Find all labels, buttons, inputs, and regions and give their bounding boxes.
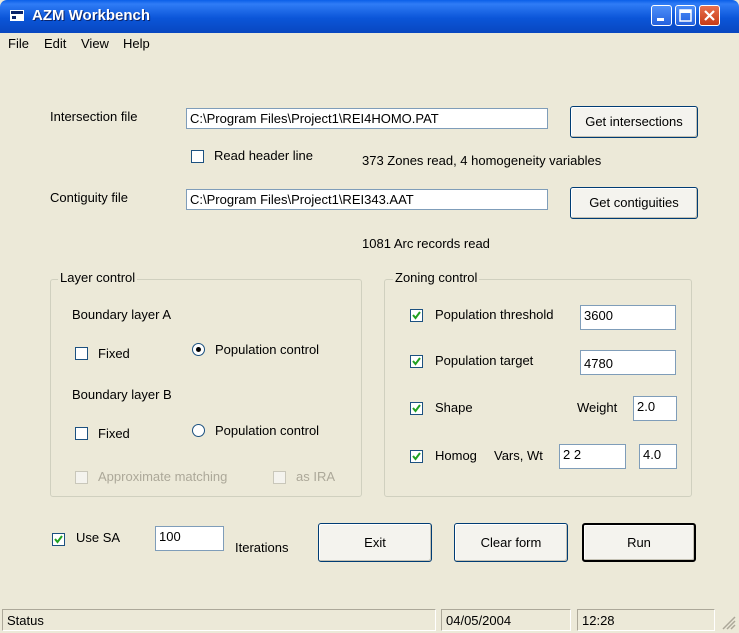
use-sa-label: Use SA	[76, 530, 121, 545]
status-text: Status	[2, 609, 436, 631]
get-intersections-label: Get intersections	[585, 114, 683, 129]
layer-b-fixed-checkbox[interactable]	[75, 427, 88, 440]
clear-form-button[interactable]: Clear form	[454, 523, 568, 562]
get-intersections-button[interactable]: Get intersections	[570, 106, 698, 138]
layer-a-population-label: Population control	[215, 342, 320, 357]
contiguity-file-input[interactable]: C:\Program Files\Project1\REI343.AAT	[186, 189, 548, 210]
approximate-matching-checkbox[interactable]	[75, 471, 88, 484]
check-icon	[412, 404, 421, 413]
population-threshold-checkbox[interactable]	[410, 309, 423, 322]
layer-b-population-radio[interactable]	[192, 424, 205, 437]
menu-help[interactable]: Help	[123, 36, 150, 51]
check-icon	[412, 357, 421, 366]
status-date: 04/05/2004	[441, 609, 571, 631]
layer-a-fixed-label: Fixed	[98, 346, 130, 361]
exit-button[interactable]: Exit	[318, 523, 432, 562]
contiguity-info: 1081 Arc records read	[362, 236, 490, 251]
iterations-input[interactable]: 100	[155, 526, 224, 551]
homog-vars-input[interactable]: 2 2	[559, 444, 626, 469]
minimize-button[interactable]	[651, 5, 672, 26]
layer-a-fixed-checkbox[interactable]	[75, 347, 88, 360]
exit-label: Exit	[364, 535, 386, 550]
population-target-label: Population target	[435, 353, 534, 368]
close-icon	[704, 10, 715, 21]
population-threshold-input[interactable]: 3600	[580, 305, 676, 330]
population-threshold-label: Population threshold	[435, 307, 554, 322]
menu-view[interactable]: View	[81, 36, 109, 51]
menu-bar: File Edit View Help	[0, 33, 739, 55]
maximize-button[interactable]	[675, 5, 696, 26]
boundary-layer-a-label: Boundary layer A	[72, 307, 172, 322]
approximate-matching-label: Approximate matching	[98, 469, 228, 484]
resize-grip-icon[interactable]	[720, 614, 736, 630]
maximize-icon	[679, 9, 692, 22]
use-sa-checkbox[interactable]	[52, 533, 65, 546]
layer-b-population-label: Population control	[215, 423, 320, 438]
layer-a-population-radio[interactable]	[192, 343, 205, 356]
check-icon	[412, 452, 421, 461]
as-ira-checkbox[interactable]	[273, 471, 286, 484]
minimize-icon	[657, 18, 664, 21]
zoning-control-title: Zoning control	[393, 270, 480, 285]
clear-form-label: Clear form	[480, 535, 542, 550]
close-button[interactable]	[699, 5, 720, 26]
homog-checkbox[interactable]	[410, 450, 423, 463]
population-target-input[interactable]: 4780	[580, 350, 676, 375]
app-icon	[10, 10, 24, 21]
population-target-checkbox[interactable]	[410, 355, 423, 368]
read-header-label: Read header line	[214, 148, 314, 163]
run-button[interactable]: Run	[582, 523, 696, 562]
homog-weight-input[interactable]: 4.0	[639, 444, 677, 469]
run-label: Run	[627, 535, 651, 550]
check-icon	[412, 311, 421, 320]
title-bar[interactable]: AZM Workbench	[0, 0, 739, 33]
homog-vars-label: Vars, Wt	[494, 448, 543, 463]
read-header-checkbox[interactable]	[191, 150, 204, 163]
window-title: AZM Workbench	[32, 7, 151, 24]
intersection-file-input[interactable]: C:\Program Files\Project1\REI4HOMO.PAT	[186, 108, 548, 129]
intersection-file-label: Intersection file	[50, 109, 138, 124]
status-time: 12:28	[577, 609, 715, 631]
get-contiguities-button[interactable]: Get contiguities	[570, 187, 698, 219]
as-ira-label: as IRA	[296, 469, 336, 484]
homog-label: Homog	[435, 448, 477, 463]
get-contiguities-label: Get contiguities	[589, 195, 679, 210]
contiguity-file-label: Contiguity file	[50, 190, 129, 205]
weight-input[interactable]: 2.0	[633, 396, 677, 421]
menu-edit[interactable]: Edit	[44, 36, 66, 51]
weight-label: Weight	[577, 400, 618, 415]
intersection-info: 373 Zones read, 4 homogeneity variables	[362, 153, 602, 168]
iterations-label: Iterations	[235, 540, 289, 555]
layer-b-fixed-label: Fixed	[98, 426, 130, 441]
check-icon	[54, 535, 63, 544]
shape-checkbox[interactable]	[410, 402, 423, 415]
shape-label: Shape	[435, 400, 473, 415]
menu-file[interactable]: File	[8, 36, 29, 51]
boundary-layer-b-label: Boundary layer B	[72, 387, 172, 402]
layer-control-title: Layer control	[58, 270, 138, 285]
